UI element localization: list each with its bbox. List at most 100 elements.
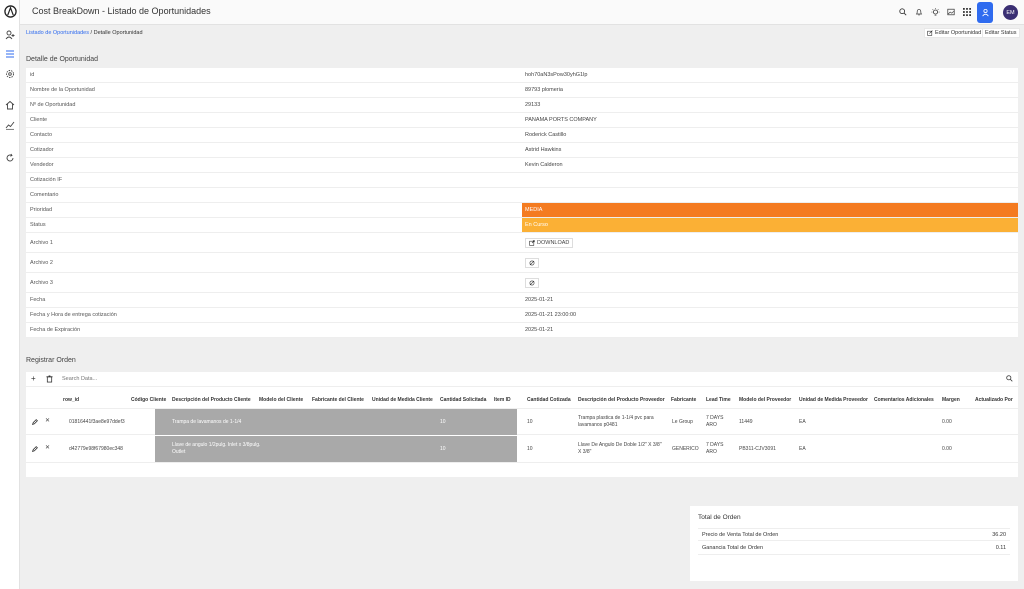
col-header[interactable]: Descripción del Producto Proveedor (578, 397, 665, 403)
detail-label: Nombre de la Oportunidad (30, 87, 95, 93)
detail-label: Vendedor (30, 162, 54, 168)
download-button[interactable]: DOWNLOAD (525, 237, 574, 248)
detail-value: DOWNLOAD (522, 233, 1018, 252)
breadcrumb-link-oportunidades[interactable]: Listado de Oportunidades (26, 30, 89, 36)
fabricante: Le Group (672, 419, 693, 425)
bell-icon[interactable] (913, 6, 925, 18)
cant-cotizada: 10 (527, 419, 533, 425)
modelo-proveedor: 11449 (739, 419, 753, 425)
fabricante: GENERICO (672, 446, 699, 452)
no-file-button[interactable] (525, 257, 539, 268)
order-totals-panel: Total de Orden Precio de Venta Total de … (690, 506, 1018, 581)
col-header[interactable]: Cantidad Cotizada (527, 397, 571, 403)
col-header[interactable]: Código Cliente (131, 397, 166, 403)
edit-icon[interactable] (32, 419, 38, 428)
add-row-button[interactable]: + (31, 374, 36, 383)
list-icon[interactable] (3, 47, 17, 61)
cant-solicitada: 10 (440, 419, 446, 425)
analytics-icon[interactable] (3, 118, 17, 132)
add-user-icon[interactable] (3, 28, 17, 42)
col-header[interactable]: Descripción del Producto Cliente (172, 397, 251, 403)
total-value: 36.20 (992, 531, 1006, 538)
top-bar: Cost BreakDown - Listado de Oportunidade… (20, 0, 1024, 25)
detail-row-id: id hoh70aN3sPow30yhG1lp (26, 68, 1018, 83)
total-label: Ganancia Total de Orden (702, 545, 764, 551)
detail-row-cliente: Cliente PANAMA PORTS COMPANY (26, 113, 1018, 128)
col-header[interactable]: Item ID (494, 397, 511, 403)
close-icon[interactable]: ✕ (45, 418, 50, 425)
detail-row-vendedor: Vendedor Kevin Calderon (26, 158, 1018, 173)
detail-value: 2025-01-21 (525, 327, 554, 333)
totals-title: Total de Orden (698, 514, 741, 521)
detail-label: Fecha y Hora de entrega cotización (30, 312, 117, 318)
image-icon[interactable] (945, 6, 957, 18)
detail-label: Archivo 3 (30, 279, 53, 286)
detail-value: 2025-01-21 23:00:00 (525, 312, 577, 318)
refresh-icon[interactable] (3, 151, 17, 165)
detail-section-title: Detalle de Oportunidad (26, 56, 98, 63)
detail-row-nombre: Nombre de la Oportunidad 89793 plomeria (26, 83, 1018, 98)
detail-label: Cotizador (30, 147, 54, 153)
detail-row-comentario: Comentario (26, 188, 1018, 203)
user-badge-button[interactable] (977, 2, 993, 23)
close-icon[interactable]: ✕ (45, 445, 50, 452)
desc-proveedor: Llave De Angulo De Doble 1/2" X 3/8" X 3… (578, 442, 662, 455)
col-header[interactable]: Lead Time (706, 397, 731, 403)
detail-value: PANAMA PORTS COMPANY (525, 117, 597, 123)
home-icon[interactable] (3, 98, 17, 112)
row-id: 01816441f3ae8e97ddef3 (69, 419, 125, 425)
detail-row-fecha-expiracion: Fecha de Expiración 2025-01-21 (26, 323, 1018, 338)
orders-toolbar: + (26, 372, 1018, 387)
col-header[interactable]: Cantidad Solicitada (440, 397, 486, 403)
edit-icon (927, 30, 933, 36)
edit-status-button[interactable]: Editar Status (982, 28, 1020, 38)
col-header[interactable]: Actualizado Por (975, 397, 1013, 403)
detail-value (522, 273, 1018, 292)
detail-label: Contacto (30, 132, 53, 138)
no-file-icon (529, 260, 535, 265)
total-row: Ganancia Total de Orden 0.11 (698, 542, 1010, 555)
apps-grid-icon[interactable] (961, 6, 973, 18)
col-header[interactable]: Fabricante (671, 397, 696, 403)
detail-label: Comentario (30, 192, 59, 198)
detail-value (522, 173, 1018, 187)
lightbulb-icon[interactable] (929, 6, 941, 18)
detail-value (522, 253, 1018, 272)
detail-label: Status (30, 222, 46, 228)
settings-icon[interactable] (3, 67, 17, 81)
col-header[interactable]: Unidad de Medida Cliente (372, 397, 433, 403)
detail-value: hoh70aN3sPow30yhG1lp (525, 72, 588, 78)
col-header[interactable]: Modelo del Proveedor (739, 397, 791, 403)
edit-icon[interactable] (32, 446, 38, 455)
table-row[interactable]: ✕ d42779e98f67980ec348 Llave de angulo 1… (26, 436, 1018, 463)
detail-row-contacto: Contacto Roderick Castillo (26, 128, 1018, 143)
lead-time: 7 DAYS ARO (706, 442, 724, 455)
col-header[interactable]: Comentarios Adicionales (874, 397, 934, 403)
detail-label: Fecha de Expiración (30, 327, 81, 333)
search-icon[interactable] (1006, 375, 1013, 384)
avatar[interactable]: EM (1003, 5, 1018, 20)
edit-opportunity-button[interactable]: Editar Oportunidad (924, 28, 985, 38)
col-header[interactable]: Modelo del Cliente (259, 397, 303, 403)
detail-label: Cotización IF (30, 177, 63, 183)
no-file-button[interactable] (525, 277, 539, 288)
search-icon[interactable] (897, 6, 909, 18)
modelo-proveedor: PB311-CJV3091 (739, 446, 776, 452)
unidad-proveedor: EA (799, 419, 806, 425)
table-row[interactable]: ✕ 01816441f3ae8e97ddef3 Trampa de lavama… (26, 408, 1018, 435)
app-logo-icon[interactable] (3, 4, 17, 18)
col-header[interactable]: Unidad de Medida Proveedor (799, 397, 868, 403)
detail-row-status: Status En Curso (26, 218, 1018, 233)
col-header[interactable]: row_id (63, 397, 79, 403)
desc-cliente: Trampa de lavamanos de 1-1/4 (172, 419, 242, 425)
col-header[interactable]: Fabricante del Cliente (312, 397, 364, 403)
desc-proveedor: Trampa plastica de 1-1/4 pvc para lavama… (578, 415, 654, 428)
margen: 0.00 (942, 446, 952, 452)
total-row: Precio de Venta Total de Orden 36.20 (698, 528, 1010, 541)
search-input[interactable] (62, 374, 962, 384)
col-header[interactable]: Margen (942, 397, 960, 403)
detail-value: Astrid Hawkins (525, 147, 562, 153)
delete-row-icon[interactable] (46, 375, 53, 385)
cant-cotizada: 10 (527, 446, 533, 452)
detail-value: 89793 plomeria (525, 87, 563, 93)
